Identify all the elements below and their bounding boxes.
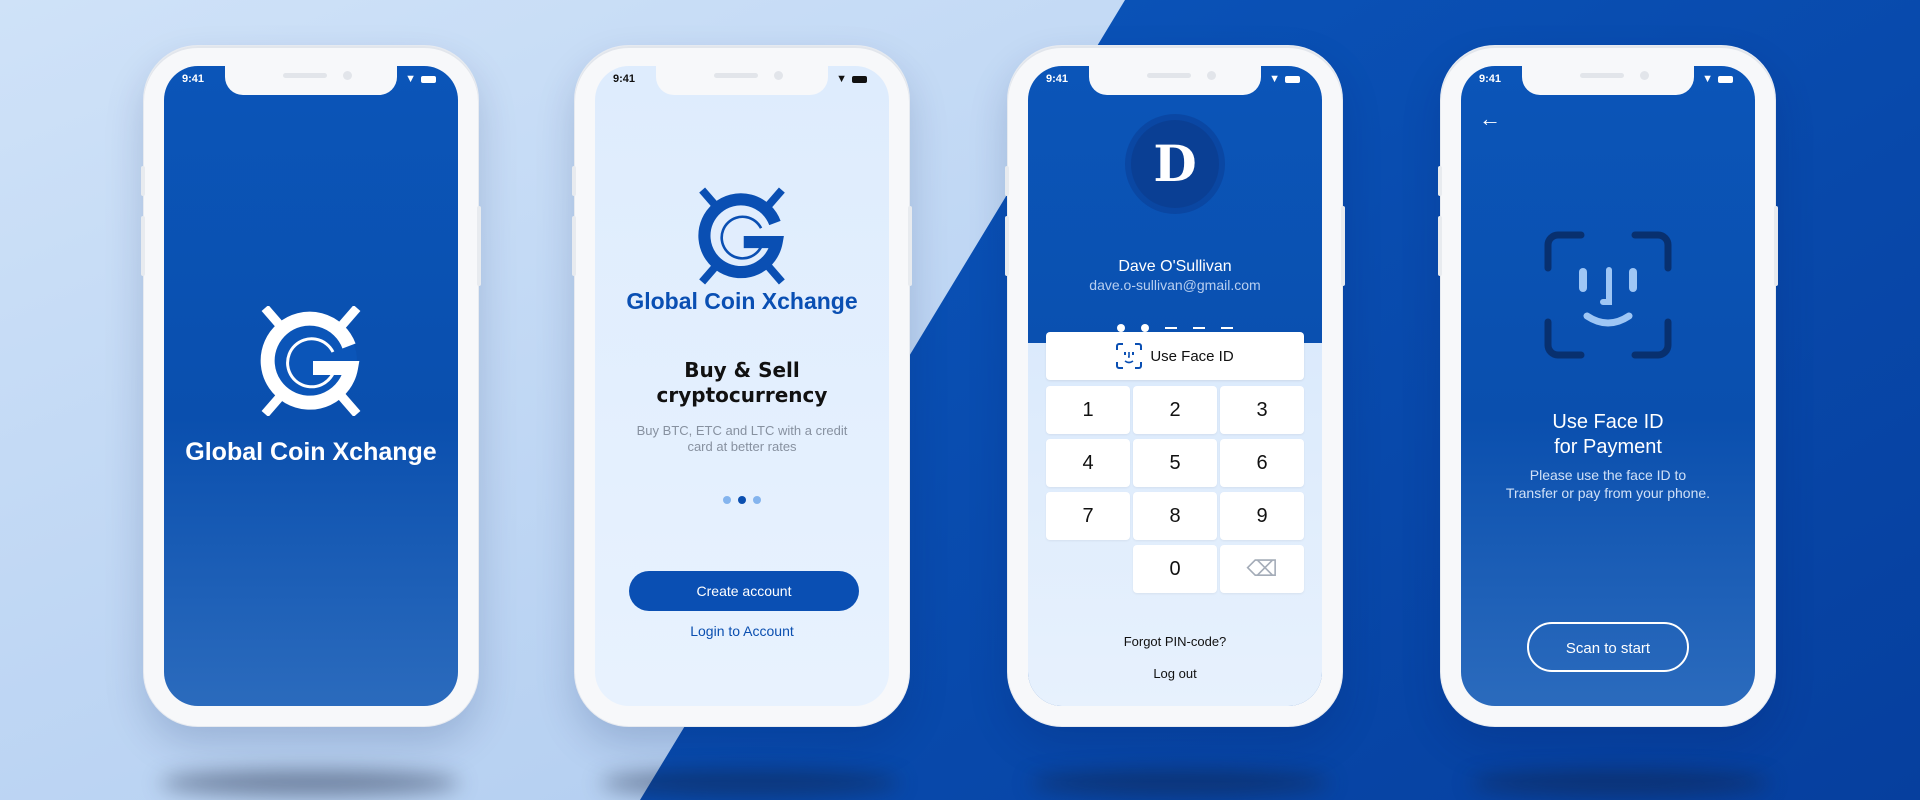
page-dot[interactable] [723, 496, 731, 504]
phone-splash: 9:41 ▼ Global Coin Xchange [141, 46, 481, 726]
battery-icon [421, 75, 436, 83]
login-link[interactable]: Login to Account [595, 623, 889, 639]
keypad-key-1[interactable]: 1 [1046, 386, 1130, 434]
wifi-icon: ▼ [1702, 73, 1713, 85]
phone-shadow [1030, 770, 1330, 796]
wifi-icon: ▼ [405, 73, 416, 85]
pin-digit-empty [1193, 327, 1205, 329]
brand-name: Global Coin Xchange [626, 288, 858, 314]
status-bar: 9:41 ▼ [164, 70, 458, 92]
onboarding-subtitle: Buy BTC, ETC and LTC with a credit card … [595, 423, 889, 455]
create-account-button[interactable]: Create account [629, 571, 859, 611]
page-indicator[interactable] [595, 496, 889, 504]
arrow-left-icon[interactable]: ← [1479, 106, 1501, 132]
pin-indicator [1028, 324, 1322, 332]
title-line: for Payment [1554, 436, 1662, 458]
battery-icon [1285, 75, 1300, 83]
phone-shadow [600, 770, 900, 796]
scan-to-start-button[interactable]: Scan to start [1527, 622, 1689, 672]
title-line: Use Face ID [1552, 411, 1664, 433]
page-dot[interactable] [753, 496, 761, 504]
pin-screen: 9:41 ▼ D Dave O'Sullivan dave.o-sullivan… [1028, 66, 1322, 706]
phone-shadow [1470, 770, 1770, 796]
pin-digit-empty [1221, 327, 1233, 329]
page-dot-active[interactable] [738, 496, 746, 504]
backspace-button[interactable]: ⌫ [1220, 545, 1304, 593]
keypad-key-7[interactable]: 7 [1046, 492, 1130, 540]
keypad-key-3[interactable]: 3 [1220, 386, 1304, 434]
logout-link[interactable]: Log out [1028, 666, 1322, 681]
status-time: 9:41 [182, 73, 205, 85]
keypad-key-8[interactable]: 8 [1133, 492, 1217, 540]
status-time: 9:41 [613, 73, 636, 85]
keypad-key-6[interactable]: 6 [1220, 439, 1304, 487]
title-line: Buy & Sell [684, 358, 800, 382]
gcx-logo-icon [260, 306, 361, 416]
status-bar: 9:41 ▼ [1461, 70, 1755, 92]
battery-icon [1718, 75, 1733, 83]
subtitle-line: card at better rates [687, 439, 797, 454]
user-name: Dave O'Sullivan [1118, 258, 1232, 275]
keypad-key-4[interactable]: 4 [1046, 439, 1130, 487]
user-email: dave.o-sullivan@gmail.com [1089, 277, 1261, 293]
phone-shadow [160, 770, 460, 796]
status-bar: 9:41 ▼ [1028, 70, 1322, 92]
keypad-key-0[interactable]: 0 [1133, 545, 1217, 593]
phone-onboarding: 9:41 ▼ Global Coin Xchange Buy & Sell cr… [572, 46, 912, 726]
keypad-key-9[interactable]: 9 [1220, 492, 1304, 540]
splash-screen: 9:41 ▼ Global Coin Xchange [164, 66, 458, 706]
face-id-subtitle: Please use the face ID to Transfer or pa… [1461, 466, 1755, 502]
face-id-large-icon [1544, 231, 1672, 359]
phone-pin: 9:41 ▼ D Dave O'Sullivan dave.o-sullivan… [1005, 46, 1345, 726]
logo-mark [164, 306, 458, 416]
wifi-icon: ▼ [836, 73, 847, 85]
backspace-icon: ⌫ [1246, 556, 1278, 581]
face-id-title: Use Face ID for Payment [1461, 410, 1755, 460]
onboarding-title: Buy & Sell cryptocurrency [595, 358, 889, 408]
pin-digit-filled [1141, 324, 1149, 332]
avatar: D [1131, 120, 1219, 208]
use-face-id-button[interactable]: Use Face ID [1046, 332, 1304, 380]
subtitle-line: Buy BTC, ETC and LTC with a credit [636, 423, 848, 438]
pin-digit-empty [1165, 327, 1177, 329]
battery-icon [852, 75, 867, 83]
keypad-key-2[interactable]: 2 [1133, 386, 1217, 434]
onboarding-screen: 9:41 ▼ Global Coin Xchange Buy & Sell cr… [595, 66, 889, 706]
status-time: 9:41 [1479, 73, 1502, 85]
face-id-illustration [1461, 230, 1755, 365]
subtitle-line: Please use the face ID to [1529, 467, 1687, 483]
brand-name: Global Coin Xchange [185, 438, 437, 466]
face-id-icon [1116, 343, 1143, 369]
keypad-key-5[interactable]: 5 [1133, 439, 1217, 487]
face-id-screen: 9:41 ▼ ← Use Face ID for Payment Please … [1461, 66, 1755, 706]
logo-mark [595, 186, 889, 286]
forgot-pin-link[interactable]: Forgot PIN-code? [1028, 634, 1322, 649]
status-time: 9:41 [1046, 73, 1069, 85]
wifi-icon: ▼ [1269, 73, 1280, 85]
subtitle-line: Transfer or pay from your phone. [1505, 485, 1711, 501]
title-line: cryptocurrency [656, 383, 828, 407]
status-bar: 9:41 ▼ [595, 70, 889, 92]
phone-face-id: 9:41 ▼ ← Use Face ID for Payment Please … [1438, 46, 1778, 726]
face-id-label: Use Face ID [1150, 347, 1234, 365]
gcx-logo-icon [698, 187, 785, 285]
pin-digit-filled [1117, 324, 1125, 332]
